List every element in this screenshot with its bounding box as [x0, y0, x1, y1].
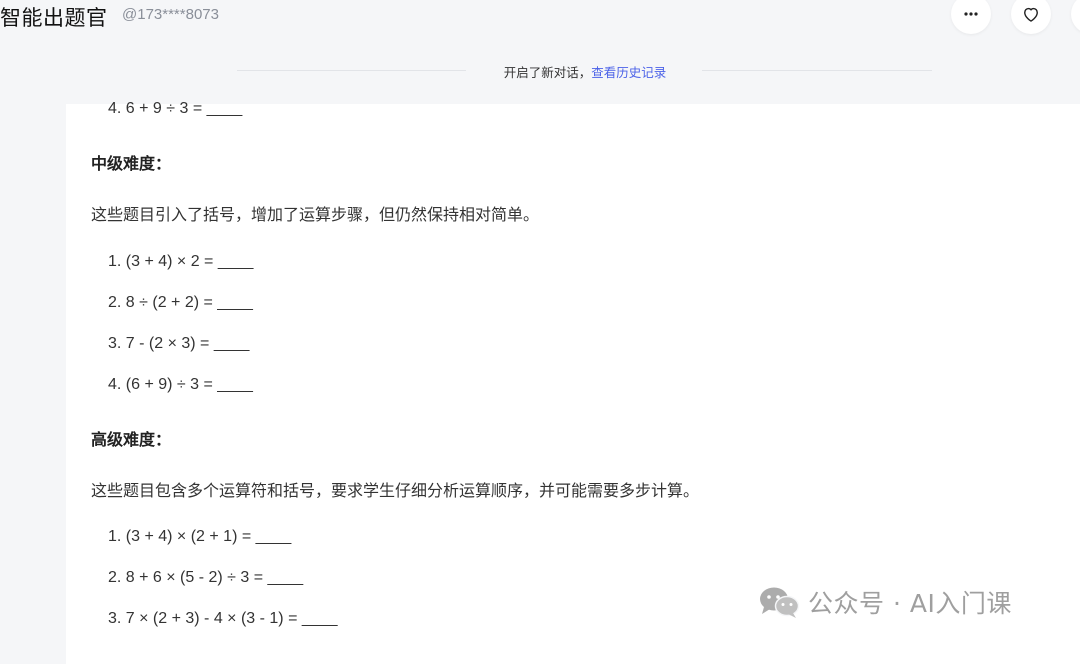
section-desc-intermediate: 这些题目引入了括号，增加了运算步骤，但仍然保持相对简单。: [91, 205, 540, 224]
wechat-icon: [760, 587, 800, 618]
section-heading-intermediate: 中级难度：: [91, 154, 172, 173]
bot-user-handle: @173****8073: [122, 6, 219, 23]
view-history-link[interactable]: 查看历史记录: [591, 65, 666, 80]
watermark: 公众号 · AI入门课: [758, 584, 1012, 620]
list-item: 4. (6 + 9) ÷ 3 = ____: [108, 376, 253, 393]
list-item: 2. 8 + 6 × (5 - 2) ÷ 3 = ____: [108, 569, 304, 586]
section-heading-advanced: 高级难度：: [91, 430, 172, 449]
more-button[interactable]: [951, 0, 991, 34]
watermark-text: 公众号 · AI入门课: [808, 589, 1012, 618]
list-item: 1. (3 + 4) × (2 + 1) = ____: [108, 528, 292, 545]
list-item: 3. 7 - (2 × 3) = ____: [108, 335, 250, 352]
history-notice-text: 开启了新对话，: [503, 65, 592, 80]
header-extra-button[interactable]: [1071, 0, 1080, 34]
history-notice: 开启了新对话，查看历史记录: [0, 62, 1080, 81]
list-item: 1. (3 + 4) × 2 = ____: [108, 253, 254, 270]
favorite-button[interactable]: [1011, 0, 1051, 34]
list-item: 3. 7 × (2 + 3) - 4 × (3 - 1) = ____: [108, 610, 338, 627]
list-item: 4. 6 + 9 ÷ 3 = ____: [108, 100, 243, 117]
more-horizontal-icon: [964, 12, 978, 16]
bot-name: 智能出题官: [0, 6, 108, 30]
heart-icon: [1024, 7, 1038, 22]
list-item: 2. 8 ÷ (2 + 2) = ____: [108, 294, 253, 311]
section-desc-advanced: 这些题目包含多个运算符和括号，要求学生仔细分析运算顺序，并可能需要多步计算。: [91, 481, 700, 500]
